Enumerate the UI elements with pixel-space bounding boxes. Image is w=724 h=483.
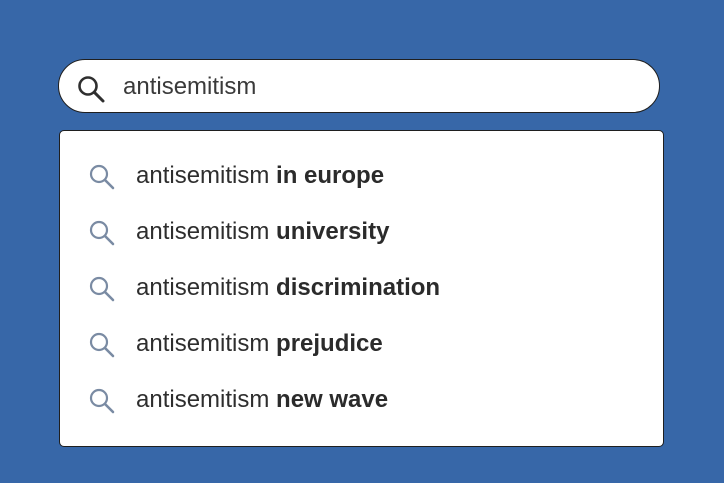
search-icon [88,219,118,249]
suggestion-text: antisemitism discrimination [136,260,440,316]
suggestion-text: antisemitism in europe [136,148,384,204]
suggestion-item[interactable]: antisemitism discrimination [60,260,663,316]
suggestion-completion: prejudice [276,330,383,357]
search-icon[interactable] [76,74,106,104]
suggestion-item[interactable]: antisemitism in europe [60,148,663,204]
suggestion-completion: discrimination [276,274,441,301]
search-input[interactable]: antisemitism [123,60,256,114]
search-icon [88,163,118,193]
suggestion-text: antisemitism university [136,204,389,260]
suggestion-completion: new wave [276,386,389,413]
search-bar[interactable]: antisemitism [58,59,660,113]
suggestion-base: antisemitism [136,162,277,189]
suggestion-item[interactable]: antisemitism prejudice [60,316,663,372]
suggestion-item[interactable]: antisemitism university [60,204,663,260]
search-icon [88,331,118,361]
suggestions-dropdown: antisemitism in europe antisemitism univ… [59,130,664,447]
search-icon [88,387,118,417]
suggestion-base: antisemitism [136,218,277,245]
suggestion-item[interactable]: antisemitism new wave [60,372,663,428]
search-icon [88,275,118,305]
suggestion-text: antisemitism new wave [136,372,388,428]
suggestion-text: antisemitism prejudice [136,316,383,372]
suggestion-base: antisemitism [136,274,277,301]
suggestion-completion: university [276,218,390,245]
suggestion-base: antisemitism [136,330,277,357]
suggestion-base: antisemitism [136,386,277,413]
suggestion-completion: in europe [276,162,385,189]
